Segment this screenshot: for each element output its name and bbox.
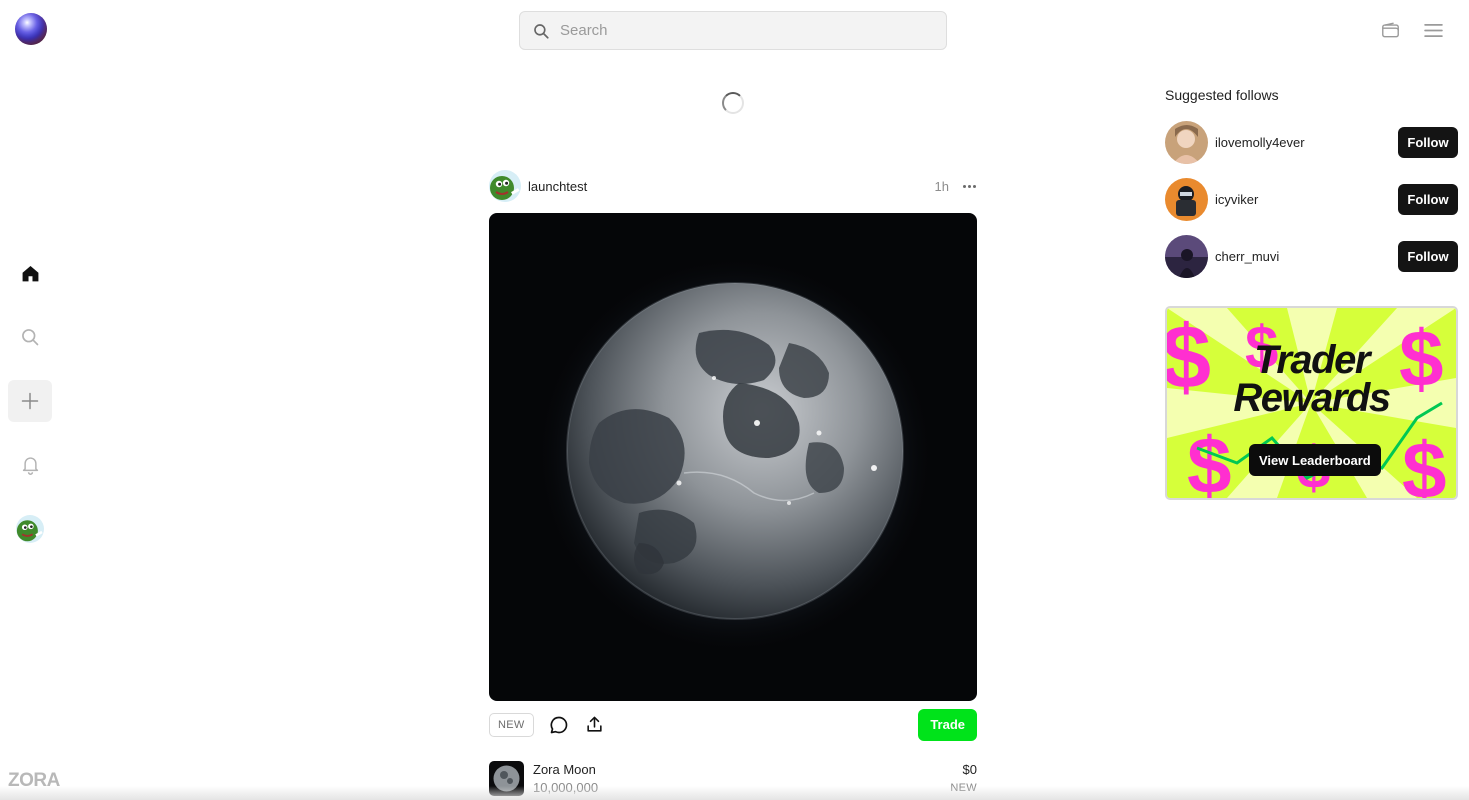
post-image[interactable] [489, 213, 977, 701]
coin-thumbnail [489, 760, 524, 796]
avatar[interactable] [489, 170, 521, 202]
avatar [16, 515, 44, 543]
trade-button[interactable]: Trade [918, 708, 977, 741]
bell-icon [22, 457, 38, 475]
suggested-follows-title: Suggested follows [1165, 87, 1279, 103]
wallet-icon[interactable] [1380, 20, 1400, 40]
orb-logo-icon[interactable] [15, 13, 47, 45]
nav-notifications[interactable] [8, 444, 52, 486]
nav-profile[interactable] [8, 508, 52, 550]
comment-icon[interactable] [548, 714, 570, 736]
trader-rewards-banner[interactable]: $ $ $ $ $ $ Trader Rewards View Leaderbo… [1165, 306, 1458, 500]
post-header: launchtest 1h [489, 170, 977, 202]
search-icon [22, 329, 39, 346]
home-icon [22, 265, 38, 281]
avatar[interactable] [1165, 177, 1208, 221]
promo-title-line2: Rewards [1233, 376, 1391, 420]
view-leaderboard-button[interactable]: View Leaderboard [1249, 444, 1381, 476]
suggestion-username[interactable]: ilovemolly4ever [1215, 135, 1305, 150]
hamburger-menu-icon[interactable] [1423, 20, 1443, 40]
more-options-icon[interactable] [961, 184, 977, 188]
search-icon [534, 23, 549, 39]
new-badge: NEW [489, 712, 534, 737]
avatar[interactable] [1165, 120, 1208, 164]
avatar[interactable] [1165, 234, 1208, 278]
search-bar[interactable] [519, 11, 947, 50]
coin-status: NEW [950, 782, 977, 794]
coin-name: Zora Moon [533, 761, 596, 777]
nav-create[interactable] [8, 380, 52, 422]
coin-price: $0 [962, 762, 977, 777]
suggestion-row: icyviker Follow [1165, 177, 1458, 221]
post-actions: NEW Trade [489, 708, 977, 741]
plus-icon [21, 392, 39, 410]
follow-button[interactable]: Follow [1398, 183, 1458, 215]
suggestion-row: ilovemolly4ever Follow [1165, 120, 1458, 164]
suggestion-username[interactable]: icyviker [1215, 192, 1258, 207]
post-username[interactable]: launchtest [528, 179, 587, 194]
loading-spinner [722, 92, 744, 114]
nav-home[interactable] [8, 252, 52, 294]
coin-supply: 10,000,000 [533, 779, 599, 795]
suggestion-row: cherr_muvi Follow [1165, 234, 1458, 278]
nav-search[interactable] [8, 316, 52, 358]
follow-button[interactable]: Follow [1398, 240, 1458, 272]
suggestion-username[interactable]: cherr_muvi [1215, 249, 1279, 264]
follow-button[interactable]: Follow [1398, 126, 1458, 158]
coin-row[interactable]: Zora Moon 10,000,000 $0 NEW [489, 760, 977, 796]
search-input[interactable] [560, 22, 920, 39]
post-timestamp: 1h [934, 178, 949, 194]
promo-title-line1: Trader [1254, 338, 1370, 382]
zora-wordmark[interactable]: ZORA [8, 770, 60, 792]
share-icon[interactable] [584, 714, 606, 736]
svg-text:$: $ [1402, 426, 1447, 498]
